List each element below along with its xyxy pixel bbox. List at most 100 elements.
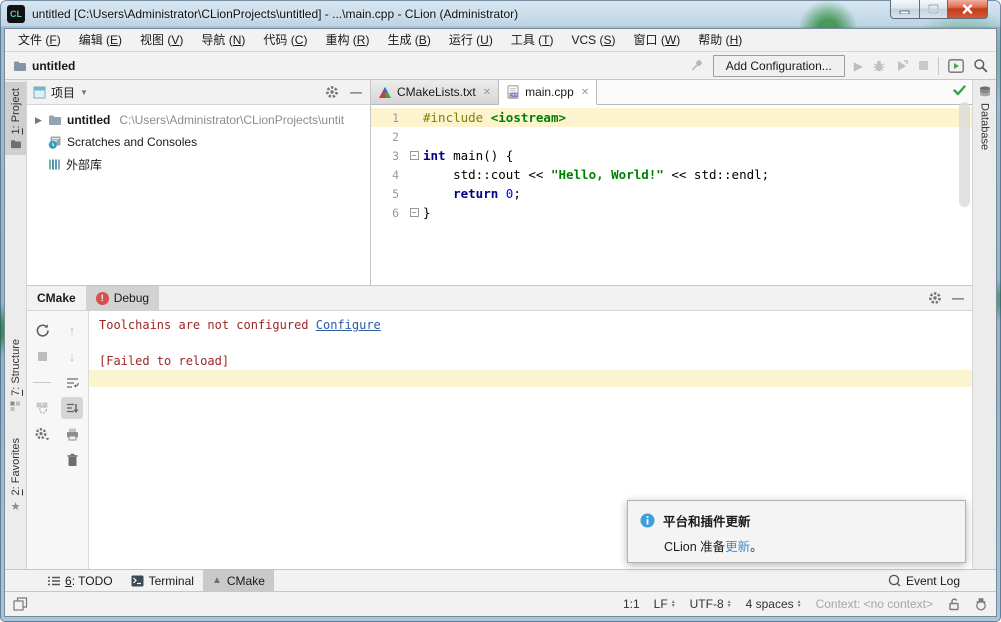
scroll-to-end-icon[interactable] (61, 397, 83, 419)
code-line-2[interactable]: 2 (371, 127, 972, 146)
menu-item-run[interactable]: 运行 (U) (440, 29, 502, 51)
stop-icon[interactable] (918, 60, 929, 71)
soft-wrap-icon[interactable] (61, 371, 83, 393)
sidebar-item-project[interactable]: 1: Project (5, 82, 26, 155)
tree-item-external-libraries[interactable]: 外部库 (27, 153, 370, 175)
menu-item-help[interactable]: 帮助 (H) (689, 29, 751, 51)
sidebar-item-database[interactable]: Database (973, 84, 996, 156)
clear-all-trash-icon[interactable] (61, 449, 83, 471)
indent-selector[interactable]: 4 spaces ▲▼ (746, 597, 802, 611)
stop-reload-icon[interactable] (31, 345, 53, 367)
cmake-toolbar: ↑ ↓ (27, 311, 89, 569)
menu-item-tools[interactable]: 工具 (T) (502, 29, 563, 51)
updown-chevron-icon: ▲▼ (671, 600, 676, 608)
toolbar-divider (33, 382, 51, 383)
menu-item-edit[interactable]: 编辑 (E) (70, 29, 131, 51)
add-configuration-button[interactable]: Add Configuration... (713, 55, 845, 77)
tree-item-scratches[interactable]: Scratches and Consoles (27, 131, 370, 153)
project-settings-gear-icon[interactable] (325, 85, 339, 99)
down-arrow-icon[interactable]: ↓ (61, 345, 83, 367)
gear-dropdown-icon[interactable] (31, 423, 53, 445)
window-controls (890, 0, 988, 19)
cpp-file-icon: C++ (506, 85, 520, 99)
line-number: 4 (371, 168, 405, 182)
fold-marker-icon[interactable]: − (410, 151, 419, 160)
cmake-settings-icon[interactable] (31, 397, 53, 419)
tool-window-switcher-icon[interactable] (13, 597, 28, 611)
error-badge-icon: ! (96, 292, 109, 305)
print-icon[interactable] (61, 423, 83, 445)
chevron-down-icon[interactable]: ▼ (80, 88, 88, 97)
fold-gutter[interactable]: − (405, 208, 423, 217)
maximize-button[interactable] (920, 0, 948, 19)
code-line-5[interactable]: 5 return 0; (371, 184, 972, 203)
title-bar[interactable]: CL untitled [C:\Users\Administrator\CLio… (0, 0, 1001, 28)
main-toolbar: untitled Add Configuration... ▶ (5, 51, 996, 80)
line-separator-selector[interactable]: LF ▲▼ (654, 597, 676, 611)
search-everywhere-icon[interactable] (973, 58, 988, 73)
configure-link[interactable]: Configure (316, 318, 381, 332)
close-tab-icon[interactable]: ✕ (581, 87, 589, 98)
menu-bar: 文件 (F)编辑 (E)视图 (V)导航 (N)代码 (C)重构 (R)生成 (… (5, 29, 996, 51)
close-tab-icon[interactable]: ✕ (483, 87, 491, 98)
sidebar-item-favorites[interactable]: 2: Favorites ★ (5, 432, 26, 518)
todo-list-icon (48, 576, 60, 586)
tab-cmakeliststxt[interactable]: CMakeLists.txt ✕ (371, 80, 499, 104)
encoding-selector[interactable]: UTF-8 ▲▼ (690, 597, 732, 611)
menu-item-view[interactable]: 视图 (V) (131, 29, 192, 51)
expand-chevron-icon[interactable]: ▶ (35, 115, 43, 126)
hector-inspector-icon[interactable] (974, 597, 988, 611)
cmake-settings-gear-icon[interactable] (928, 291, 942, 305)
hide-panel-icon[interactable]: — (952, 291, 964, 305)
menu-item-refactor[interactable]: 重构 (R) (316, 29, 378, 51)
menu-item-window[interactable]: 窗口 (W) (625, 29, 690, 51)
console-failed-line: [Failed to reload] (89, 352, 972, 370)
project-panel-title[interactable]: 项目 (51, 84, 75, 101)
navigation-breadcrumb[interactable]: untitled (13, 59, 75, 73)
tree-item-untitled[interactable]: ▶ untitled C:\Users\Administrator\CLionP… (27, 109, 370, 131)
unlock-icon[interactable] (947, 597, 960, 611)
project-folder-icon (10, 139, 22, 149)
profile-icon[interactable] (895, 59, 909, 73)
cmake-debug-tab[interactable]: ! Debug (86, 286, 159, 311)
cmake-bottom-tab[interactable]: ▲ CMake (203, 570, 274, 592)
line-number: 1 (371, 111, 405, 125)
event-log-button[interactable]: Event Log (888, 574, 996, 588)
menu-item-vcs[interactable]: VCS (S) (563, 29, 625, 51)
cmake-panel-title[interactable]: CMake (35, 291, 84, 305)
debug-bug-icon[interactable] (872, 59, 886, 73)
fold-marker-icon[interactable]: − (410, 208, 419, 217)
editor-tab-bar: CMakeLists.txt ✕ C++ main.cpp ✕ (371, 80, 972, 105)
sidebar-item-structure[interactable]: 7: Structure (5, 333, 26, 418)
code-line-1[interactable]: 1#include <iostream> (371, 108, 972, 127)
run-anything-icon[interactable] (948, 59, 964, 73)
code-line-3[interactable]: 3−int main() { (371, 146, 972, 165)
menu-item-build[interactable]: 生成 (B) (378, 29, 439, 51)
window-title: untitled [C:\Users\Administrator\CLionPr… (32, 7, 518, 21)
menu-item-navigate[interactable]: 导航 (N) (192, 29, 254, 51)
todo-tab-label: 6: TODO (65, 574, 113, 588)
minimize-button[interactable] (890, 0, 920, 19)
menu-item-file[interactable]: 文件 (F) (9, 29, 70, 51)
editor-scrollbar[interactable] (959, 102, 970, 207)
close-button[interactable] (948, 0, 988, 19)
line-number: 5 (371, 187, 405, 201)
fold-gutter[interactable]: − (405, 151, 423, 160)
code-editor[interactable]: 1#include <iostream>23−int main() {4 std… (371, 105, 972, 285)
code-line-6[interactable]: 6−} (371, 203, 972, 222)
tab-maincpp[interactable]: C++ main.cpp ✕ (499, 80, 597, 105)
update-notification[interactable]: 平台和插件更新 CLion 准备更新。 (627, 500, 966, 563)
update-link[interactable]: 更新 (725, 540, 750, 554)
run-icon[interactable]: ▶ (854, 59, 863, 73)
reload-cmake-icon[interactable] (31, 319, 53, 341)
menu-item-code[interactable]: 代码 (C) (254, 29, 316, 51)
up-arrow-icon[interactable]: ↑ (61, 319, 83, 341)
code-line-4[interactable]: 4 std::cout << "Hello, World!" << std::e… (371, 165, 972, 184)
hide-panel-icon[interactable]: — (350, 85, 362, 99)
build-hammer-icon[interactable] (689, 58, 704, 73)
inspections-ok-icon[interactable] (953, 85, 966, 96)
caret-position[interactable]: 1:1 (623, 597, 640, 611)
todo-tab[interactable]: 6: TODO (39, 570, 122, 592)
terminal-tab[interactable]: Terminal (122, 570, 203, 592)
clion-window: CL untitled [C:\Users\Administrator\CLio… (0, 0, 1001, 622)
